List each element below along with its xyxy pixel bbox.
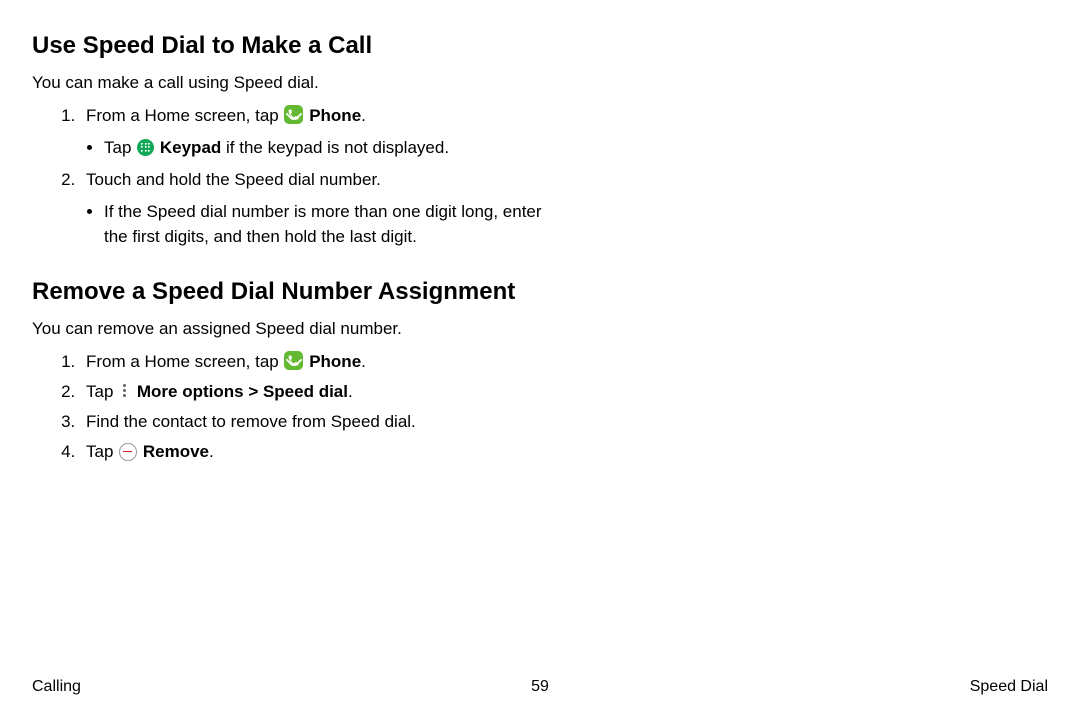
page-number: 59 <box>531 678 549 696</box>
step-post: . <box>361 106 366 125</box>
remove-label: Remove <box>143 442 209 461</box>
section1-intro: You can make a call using Speed dial. <box>32 73 552 93</box>
list-item: Tap Remove. <box>80 442 552 462</box>
more-options-label: More options > Speed dial <box>137 382 348 401</box>
keypad-label: Keypad <box>160 138 221 157</box>
step-post: . <box>348 382 353 401</box>
page-footer: Calling 59 Speed Dial <box>32 678 1048 696</box>
bullet-text: If the Speed dial number is more than on… <box>104 202 542 246</box>
list-item: Touch and hold the Speed dial number. If… <box>80 170 552 249</box>
section2-steps: From a Home screen, tap Phone. Tap More … <box>80 351 552 462</box>
section-heading-use-speed-dial: Use Speed Dial to Make a Call <box>32 32 552 61</box>
more-options-icon <box>119 383 131 400</box>
phone-icon <box>284 351 303 370</box>
footer-right: Speed Dial <box>970 678 1048 696</box>
step-text: Tap <box>86 442 118 461</box>
step-text: From a Home screen, tap <box>86 352 283 371</box>
phone-icon <box>284 105 303 124</box>
section1-steps: From a Home screen, tap Phone. Tap Keypa… <box>80 105 552 250</box>
phone-label: Phone <box>309 352 361 371</box>
bullet-post: if the keypad is not displayed. <box>221 138 449 157</box>
step-text: Find the contact to remove from Speed di… <box>86 412 416 431</box>
list-item: From a Home screen, tap Phone. Tap Keypa… <box>80 105 552 161</box>
sublist: Tap Keypad if the keypad is not displaye… <box>104 136 552 161</box>
step-text: Tap <box>86 382 118 401</box>
list-item: From a Home screen, tap Phone. <box>80 351 552 372</box>
bullet-text: Tap <box>104 138 136 157</box>
list-item: Tap Keypad if the keypad is not displaye… <box>104 136 552 161</box>
list-item: Find the contact to remove from Speed di… <box>80 412 552 432</box>
footer-left: Calling <box>32 678 81 696</box>
list-item: If the Speed dial number is more than on… <box>104 200 552 249</box>
keypad-icon <box>137 139 154 156</box>
section2-intro: You can remove an assigned Speed dial nu… <box>32 319 552 339</box>
step-post: . <box>209 442 214 461</box>
sublist: If the Speed dial number is more than on… <box>104 200 552 249</box>
remove-icon <box>119 443 137 461</box>
list-item: Tap More options > Speed dial. <box>80 382 552 402</box>
phone-label: Phone <box>309 106 361 125</box>
step-text: Touch and hold the Speed dial number. <box>86 170 381 189</box>
section-heading-remove-speed-dial: Remove a Speed Dial Number Assignment <box>32 278 552 307</box>
step-post: . <box>361 352 366 371</box>
step-text: From a Home screen, tap <box>86 106 283 125</box>
